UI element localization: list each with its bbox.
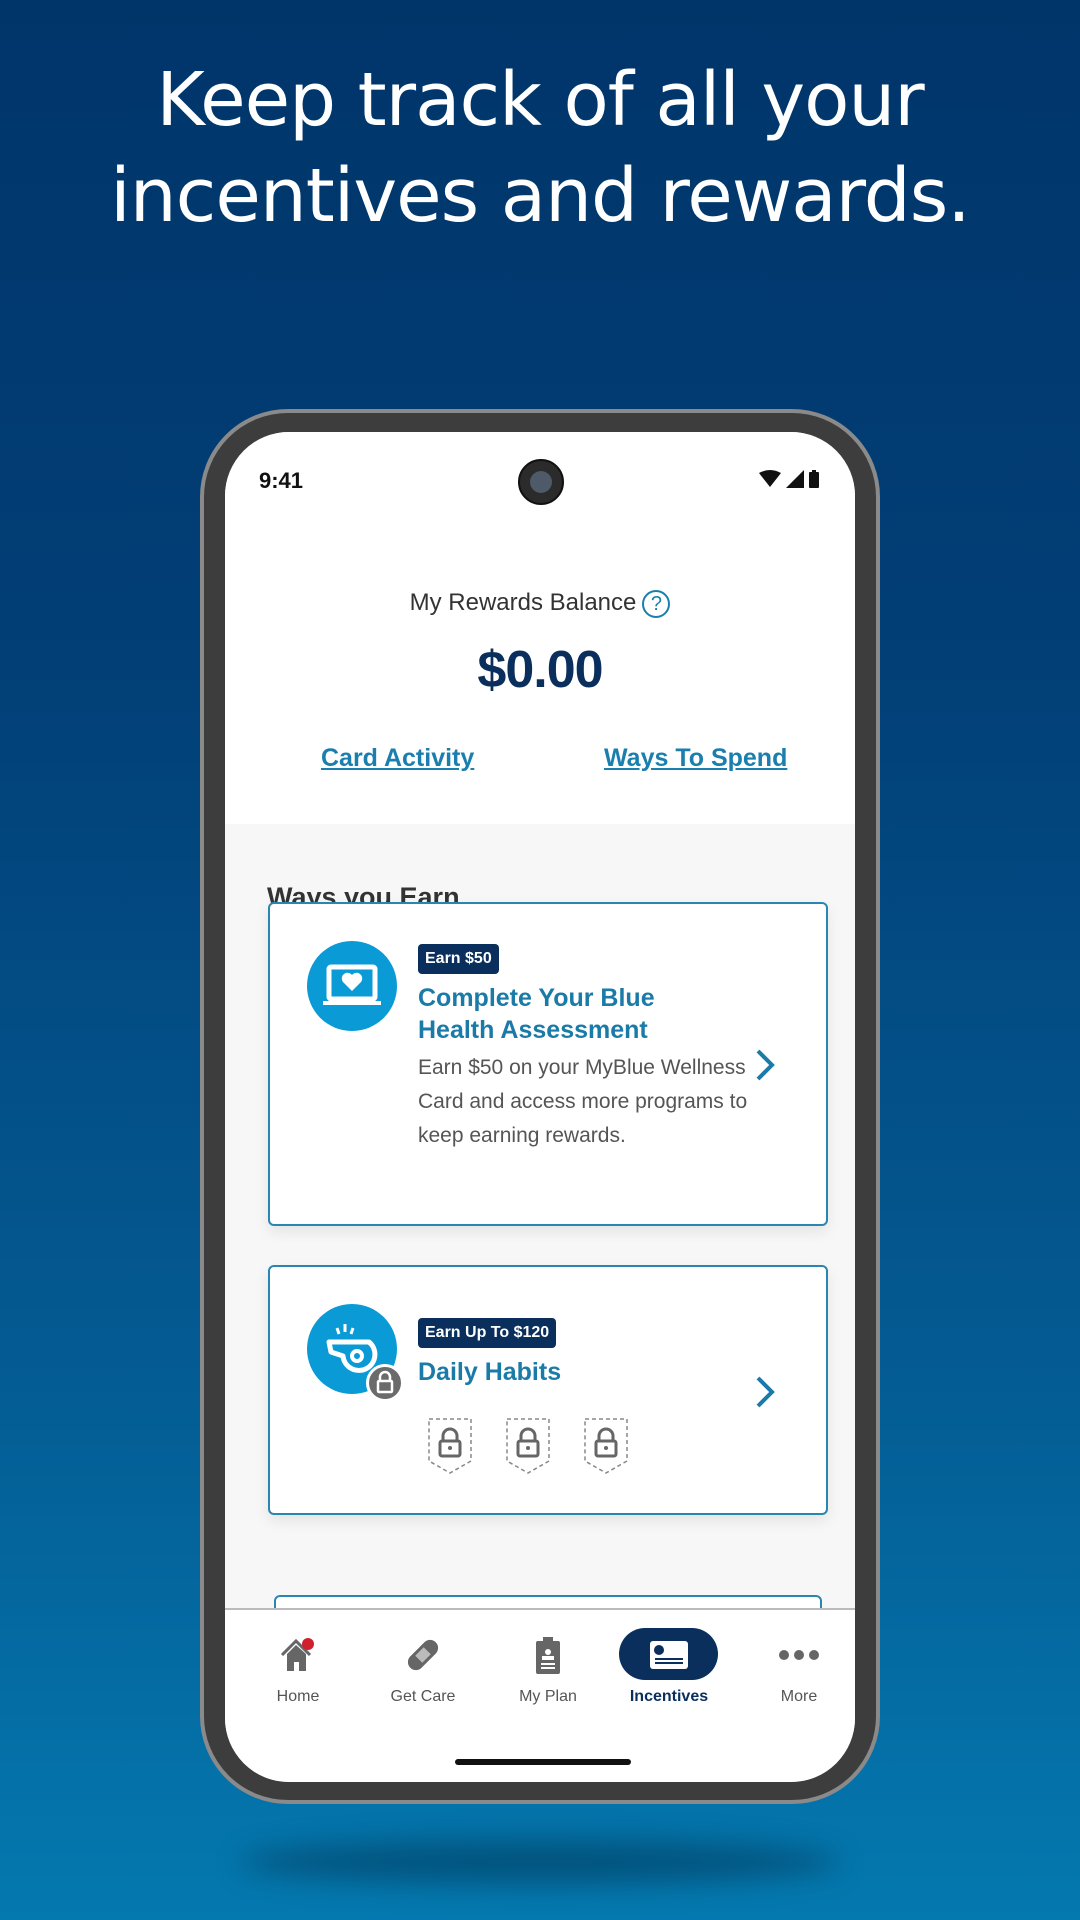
nav-get-care[interactable]: Get Care	[368, 1610, 478, 1730]
nav-label: Get Care	[390, 1688, 456, 1705]
ways-to-spend-link[interactable]: Ways To Spend	[604, 744, 787, 773]
nav-my-plan[interactable]: My Plan	[493, 1610, 603, 1730]
card-description: Earn $50 on your MyBlue Wellness Card an…	[418, 1056, 748, 1147]
locked-badge-icon	[506, 1418, 550, 1474]
card-title-line-1: Complete Your Blue	[418, 984, 655, 1012]
phone-shadow	[240, 1840, 840, 1884]
nav-label: More	[780, 1688, 818, 1705]
lock-icon	[366, 1364, 404, 1402]
phone-screen: 9:41 My Rewards Balance? $0.00 Card Acti…	[225, 432, 855, 1782]
card-activity-link[interactable]: Card Activity	[321, 744, 474, 773]
nav-more[interactable]: More	[744, 1610, 854, 1730]
status-icons	[759, 470, 819, 488]
wifi-icon	[759, 470, 781, 487]
phone-frame: 9:41 My Rewards Balance? $0.00 Card Acti…	[200, 409, 880, 1804]
laptop-heart-icon	[307, 941, 397, 1031]
camera-cutout	[518, 459, 564, 505]
headline-line-1: Keep track of all your	[156, 57, 924, 143]
nav-label: My Plan	[519, 1688, 577, 1705]
locked-badge-icon	[584, 1418, 628, 1474]
rewards-balance-text: My Rewards Balance	[409, 589, 637, 616]
bandage-icon	[393, 1630, 453, 1680]
rewards-balance-value: $0.00	[477, 641, 603, 699]
chevron-right-icon[interactable]	[750, 1045, 780, 1085]
nav-incentives[interactable]: Incentives	[619, 1610, 729, 1730]
nav-label: Home	[276, 1688, 320, 1705]
health-assessment-card[interactable]: Earn $50 Complete Your Blue Health Asses…	[268, 902, 828, 1226]
locked-badge-icon	[428, 1418, 472, 1474]
signal-icon	[786, 470, 804, 488]
daily-habits-card[interactable]: Earn Up To $120 Daily Habits	[268, 1265, 828, 1515]
nav-home[interactable]: Home	[243, 1610, 353, 1730]
nav-label: Incentives	[629, 1688, 709, 1705]
chevron-right-icon[interactable]	[750, 1372, 780, 1412]
earn-badge: Earn $50	[418, 944, 499, 974]
card-title-line-2: Health Assessment	[418, 1016, 648, 1044]
card-title: Daily Habits	[418, 1358, 562, 1386]
headline: Keep track of all your incentives and re…	[0, 52, 1080, 244]
earn-badge: Earn Up To $120	[418, 1318, 557, 1348]
home-icon	[268, 1630, 328, 1680]
card-title: Complete Your Blue Health Assessment	[418, 982, 655, 1046]
bottom-nav: Home Get Care My Plan Incentives More	[225, 1608, 855, 1782]
status-time: 9:41	[259, 468, 304, 493]
id-badge-icon	[518, 1630, 578, 1680]
battery-icon	[809, 470, 819, 488]
rewards-balance-label: My Rewards Balance?	[225, 589, 855, 618]
help-icon[interactable]: ?	[642, 589, 671, 618]
headline-line-2: incentives and rewards.	[110, 153, 971, 239]
home-indicator[interactable]	[455, 1759, 631, 1765]
more-dots-icon	[769, 1630, 829, 1680]
wellness-card-icon	[639, 1630, 699, 1680]
